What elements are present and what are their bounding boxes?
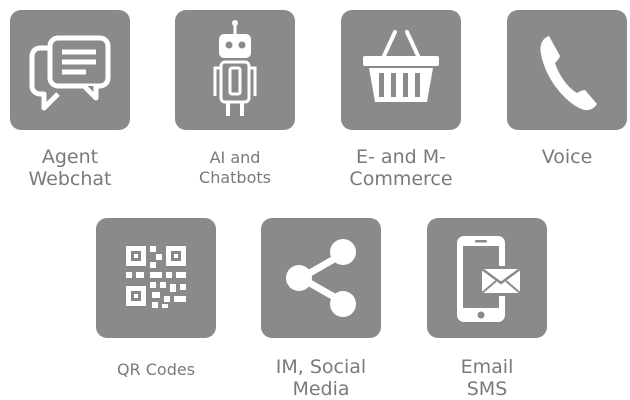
email-sms-tile[interactable] (427, 218, 547, 338)
robot-icon (213, 20, 257, 116)
ecommerce-label: E- and M- Commerce (349, 146, 453, 190)
phone-icon (540, 36, 597, 111)
chat-bubbles-icon (29, 35, 111, 111)
mobile-email-icon (457, 236, 523, 322)
voice-label: Voice (541, 146, 593, 168)
shopping-basket-icon (363, 30, 439, 102)
im-social-tile[interactable] (261, 218, 381, 338)
ai-chatbots-tile[interactable] (175, 10, 295, 130)
ai-chatbots-label: AI and Chatbots (199, 148, 271, 187)
qr-codes-label: QR Codes (116, 360, 196, 379)
qr-code-icon (126, 246, 186, 308)
ecommerce-tile[interactable] (341, 10, 461, 130)
agent-webchat-label: Agent Webchat (28, 146, 112, 190)
qr-codes-tile[interactable] (96, 218, 216, 338)
email-sms-label: Email SMS (460, 356, 514, 400)
voice-tile[interactable] (507, 10, 627, 130)
share-icon (286, 239, 356, 317)
im-social-label: IM, Social Media (275, 356, 367, 400)
agent-webchat-tile[interactable] (10, 10, 130, 130)
